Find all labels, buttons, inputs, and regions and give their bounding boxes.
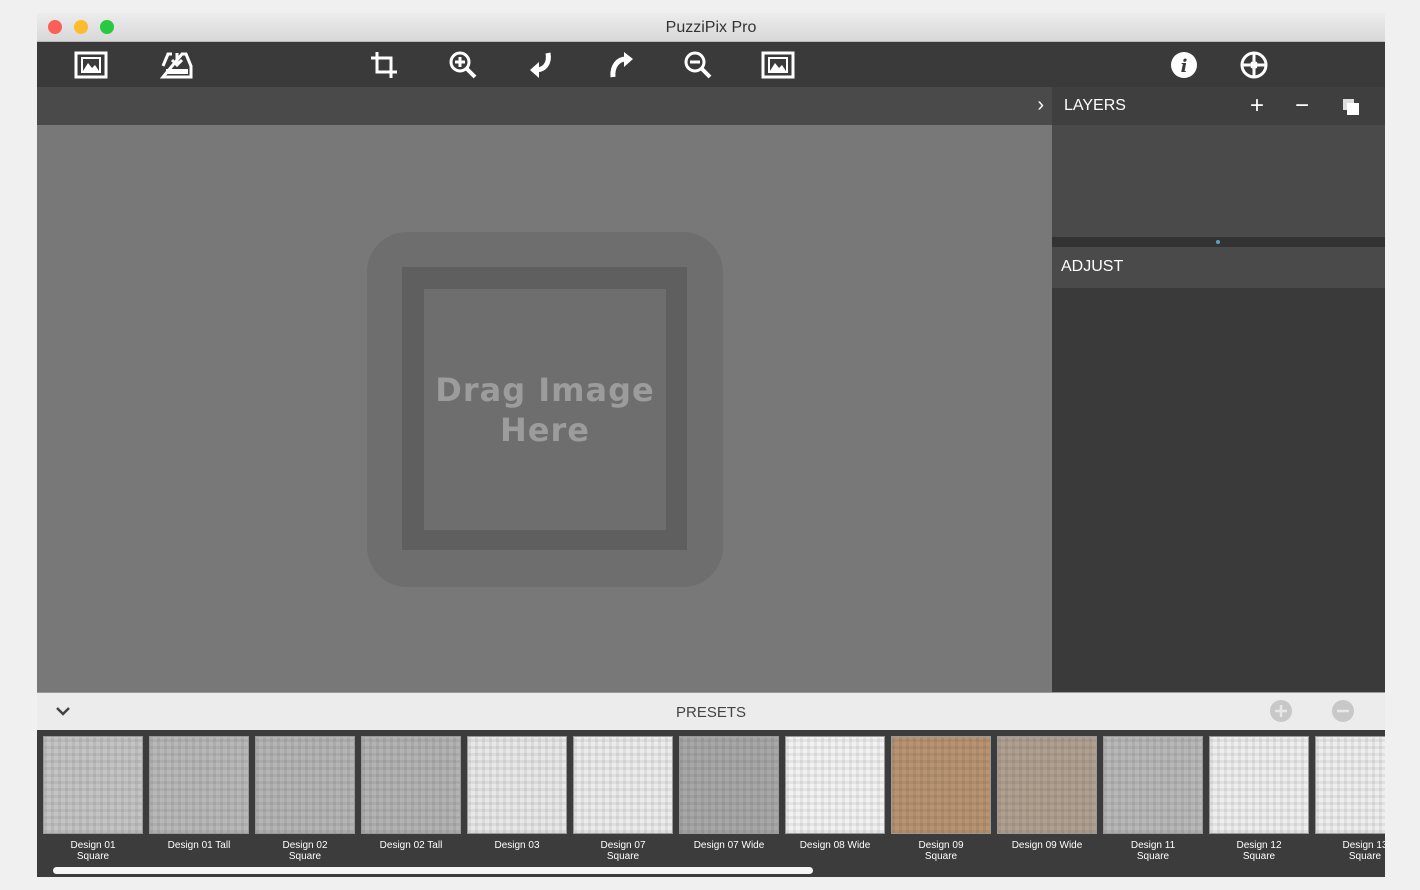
- preset-thumbnail: [1315, 736, 1385, 834]
- preset-thumbnail: [149, 736, 249, 834]
- layers-list[interactable]: [1052, 125, 1385, 237]
- preset-label: Design 09 Square: [918, 840, 964, 862]
- presets-header: PRESETS: [37, 692, 1385, 730]
- image-frame-icon: [761, 51, 795, 79]
- undo-icon: [530, 52, 551, 78]
- presets-title: PRESETS: [675, 704, 747, 721]
- zoom-out-button[interactable]: [680, 48, 716, 82]
- preset-label: Design 07 Square: [600, 840, 646, 862]
- presets-list: Design 13 Square Design 12 Square Design 1…: [37, 730, 1385, 877]
- canvas-area[interactable]: Drag Image Here: [37, 125, 1052, 692]
- drop-frame: Drag Image Here: [402, 267, 687, 550]
- info-icon: i: [1171, 52, 1197, 78]
- preset-item[interactable]: Design 12 Square: [1209, 736, 1309, 862]
- tray-download-icon: [160, 52, 193, 79]
- preset-thumbnail: [997, 736, 1097, 834]
- preset-label: Design 09 Wide: [1011, 840, 1083, 851]
- zoom-out-icon: [684, 51, 712, 79]
- preset-thumbnail: [1103, 736, 1203, 834]
- preset-label: Design 11 Square: [1130, 840, 1176, 862]
- preset-label: Design 08 Wide: [799, 840, 871, 851]
- add-preset-icon[interactable]: [1269, 699, 1293, 723]
- redo-button[interactable]: [603, 48, 639, 82]
- zoom-in-icon: [449, 51, 477, 79]
- preset-thumbnail: [467, 736, 567, 834]
- gear-icon: [1240, 51, 1268, 79]
- crop-button[interactable]: [366, 48, 402, 82]
- add-layer-button[interactable]: +: [1250, 87, 1264, 125]
- preset-label: Design 07 Wide: [693, 840, 765, 851]
- preset-item[interactable]: Design 07 Square: [573, 736, 673, 862]
- app-window: PuzziPix Pro i › Drag Image Here LAYERS …: [37, 13, 1385, 877]
- svg-text:i: i: [1181, 56, 1188, 77]
- preset-item[interactable]: Design 02 Tall: [361, 736, 461, 851]
- layers-title: LAYERS: [1064, 97, 1126, 114]
- settings-button[interactable]: [1236, 48, 1272, 82]
- layers-header: LAYERS + −: [1052, 87, 1385, 125]
- preset-item[interactable]: Design 01 Tall: [149, 736, 249, 851]
- preset-item[interactable]: Design 08 Wide: [785, 736, 885, 851]
- preset-item[interactable]: Design 02 Square: [255, 736, 355, 862]
- preset-item[interactable]: Design 07 Wide: [679, 736, 779, 851]
- horizontal-scrollbar[interactable]: [53, 867, 813, 874]
- adjust-header: ADJUST: [1052, 247, 1385, 288]
- preset-item[interactable]: Design 01 Square: [43, 736, 143, 862]
- preset-thumbnail: [1209, 736, 1309, 834]
- drop-zone[interactable]: Drag Image Here: [367, 232, 723, 587]
- toolbar: i: [37, 42, 1385, 87]
- import-button[interactable]: [159, 48, 195, 82]
- side-panel: LAYERS + − ADJUST: [1052, 87, 1385, 692]
- preset-label: Design 02 Square: [282, 840, 328, 862]
- remove-preset-icon[interactable]: [1331, 699, 1355, 723]
- preset-item[interactable]: Design 03: [467, 736, 567, 851]
- preset-label: Design 12 Square: [1236, 840, 1282, 862]
- zoom-in-button[interactable]: [445, 48, 481, 82]
- preset-thumbnail: [679, 736, 779, 834]
- duplicate-layer-icon[interactable]: [1342, 98, 1360, 116]
- preset-label: Design 03: [494, 840, 540, 851]
- preset-label: Design 01 Tall: [167, 840, 231, 851]
- canvas-header: ›: [37, 87, 1052, 125]
- preset-label: Design 01 Square: [70, 840, 116, 862]
- panel-splitter[interactable]: [1052, 237, 1385, 247]
- fit-image-button[interactable]: [760, 48, 796, 82]
- open-image-button[interactable]: [73, 48, 109, 82]
- preset-thumbnail: [43, 736, 143, 834]
- preset-thumbnail: [361, 736, 461, 834]
- title-bar: PuzziPix Pro: [37, 13, 1385, 42]
- window-title: PuzziPix Pro: [665, 19, 757, 36]
- preset-item[interactable]: Design 11 Square: [1103, 736, 1203, 862]
- preset-item[interactable]: Design 13 Square: [1315, 736, 1385, 862]
- remove-layer-button[interactable]: −: [1295, 87, 1309, 125]
- preset-thumbnail: [255, 736, 355, 834]
- image-icon: [74, 51, 108, 79]
- expand-panel-chevron-icon[interactable]: ›: [1037, 94, 1044, 117]
- info-button[interactable]: i: [1166, 48, 1202, 82]
- preset-thumbnail: [785, 736, 885, 834]
- preset-item[interactable]: Design 09 Square: [891, 736, 991, 862]
- redo-icon: [610, 52, 633, 78]
- preset-thumbnail: [573, 736, 673, 834]
- preset-label: Design 13 Square: [1342, 840, 1385, 862]
- preset-item[interactable]: Design 09 Wide: [997, 736, 1097, 851]
- drop-text: Drag Image Here: [424, 289, 666, 530]
- undo-button[interactable]: [523, 48, 559, 82]
- crop-icon: [371, 52, 397, 78]
- preset-label: Design 02 Tall: [379, 840, 443, 851]
- preset-thumbnail: [891, 736, 991, 834]
